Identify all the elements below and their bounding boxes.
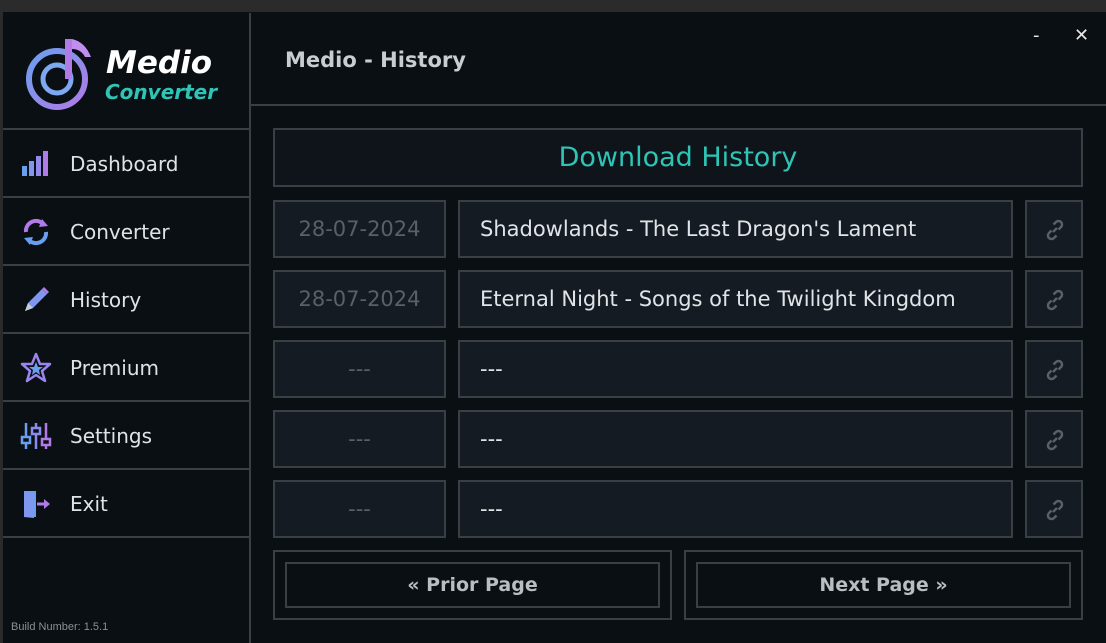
pencil-icon: [25, 287, 49, 311]
sidebar-item-settings[interactable]: Settings: [3, 402, 251, 470]
sidebar-item-label: History: [70, 288, 142, 312]
logo-title: Medio: [106, 45, 212, 81]
build-number: Build Number: 1.5.1: [11, 621, 109, 633]
history-title: ---: [458, 340, 1013, 398]
close-button[interactable]: ✕: [1074, 25, 1089, 46]
sidebar-item-label: Settings: [70, 424, 153, 448]
download-history-title: Download History: [273, 128, 1083, 187]
history-panel: Download History 28-07-2024 Shadowlands …: [251, 106, 1106, 643]
sidebar-item-label: Converter: [70, 220, 170, 244]
sidebar-item-label: Premium: [70, 356, 159, 380]
prior-page-frame: « Prior Page: [273, 550, 672, 620]
history-row: 28-07-2024 Eternal Night - Songs of the …: [273, 270, 1083, 328]
star-icon: [20, 352, 52, 383]
history-title: Shadowlands - The Last Dragon's Lament: [458, 200, 1013, 258]
next-page-button[interactable]: Next Page »: [696, 562, 1071, 608]
header: Medio - History - ✕: [251, 13, 1106, 106]
page-title: Medio - History: [285, 48, 466, 72]
history-row: 28-07-2024 Shadowlands - The Last Dragon…: [273, 200, 1083, 258]
sidebar: Medio Converter Dashboard Converter Hist…: [3, 13, 251, 643]
history-title: Eternal Night - Songs of the Twilight Ki…: [458, 270, 1013, 328]
history-date: 28-07-2024: [273, 270, 446, 328]
history-title: ---: [458, 410, 1013, 468]
history-title: ---: [458, 480, 1013, 538]
sidebar-item-dashboard[interactable]: Dashboard: [3, 130, 251, 198]
refresh-icon: [23, 218, 49, 246]
next-page-frame: Next Page »: [684, 550, 1083, 620]
sidebar-item-label: Dashboard: [70, 152, 179, 176]
open-link-button[interactable]: [1025, 200, 1083, 258]
sidebar-item-exit[interactable]: Exit: [3, 470, 251, 538]
history-date: ---: [273, 480, 446, 538]
sidebar-item-label: Exit: [70, 492, 108, 516]
sidebar-item-history[interactable]: History: [3, 266, 251, 334]
open-link-button[interactable]: [1025, 410, 1083, 468]
link-icon: [1046, 289, 1064, 311]
open-link-button[interactable]: [1025, 340, 1083, 398]
exit-door-icon: [24, 491, 50, 518]
sliders-icon: [20, 423, 52, 449]
link-icon: [1046, 219, 1064, 241]
sidebar-item-converter[interactable]: Converter: [3, 198, 251, 266]
history-date: ---: [273, 340, 446, 398]
history-row: --- ---: [273, 340, 1083, 398]
sidebar-item-premium[interactable]: Premium: [3, 334, 251, 402]
app-logo: Medio Converter: [3, 13, 251, 130]
link-icon: [1046, 359, 1064, 381]
history-date: ---: [273, 410, 446, 468]
music-note-logo-icon: [26, 39, 91, 110]
history-date: 28-07-2024: [273, 200, 446, 258]
prior-page-button[interactable]: « Prior Page: [285, 562, 660, 608]
link-icon: [1046, 499, 1064, 521]
open-link-button[interactable]: [1025, 270, 1083, 328]
open-link-button[interactable]: [1025, 480, 1083, 538]
sidebar-nav: Dashboard Converter History Premium Sett…: [3, 130, 251, 538]
link-icon: [1046, 429, 1064, 451]
minimize-button[interactable]: -: [1033, 25, 1040, 46]
logo-subtitle: Converter: [105, 80, 218, 104]
history-row: --- ---: [273, 410, 1083, 468]
bar-chart-icon: [22, 151, 48, 176]
history-row: --- ---: [273, 480, 1083, 538]
